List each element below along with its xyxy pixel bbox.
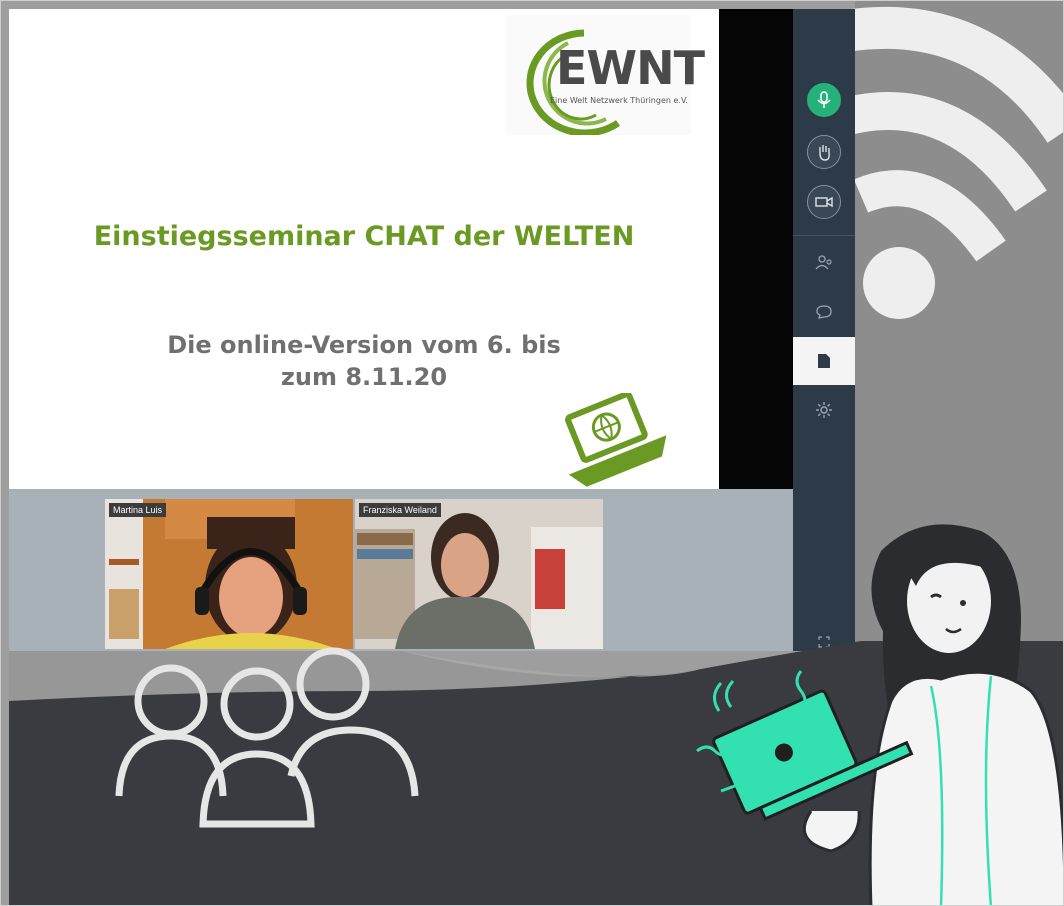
logo-subtitle: Eine Welt Netzwerk Thüringen e.V. [550,96,688,105]
chat-icon [816,305,832,319]
video-tile-martina[interactable]: Martina Luis [105,499,353,649]
ewnt-logo: EWNT Eine Welt Netzwerk Thüringen e.V. [506,15,705,135]
settings-icon [816,402,832,418]
camera-icon [815,196,833,208]
laptop-globe-icon [565,393,667,487]
logo-text: EWNT [556,41,705,95]
toolbar-divider [793,235,855,236]
participant-name-label: Franziska Weiland [359,503,441,517]
microphone-icon [817,91,831,108]
participants-icon [815,255,832,270]
settings-button[interactable] [809,397,839,423]
participant-video [105,499,353,649]
camera-button[interactable] [807,185,841,219]
slide-subtitle: Die online-Version vom 6. bis zum 8.11.2… [9,329,719,393]
slide-subtitle-line1: Die online-Version vom 6. bis [167,331,561,359]
microphone-button[interactable] [807,83,841,117]
raise-hand-button[interactable] [807,135,841,169]
slide-title: Einstiegsseminar CHAT der WELTEN [93,221,635,252]
video-tile-franziska[interactable]: Franziska Weiland [355,499,603,649]
participants-button[interactable] [809,249,839,275]
slide-subtitle-line2: zum 8.11.20 [280,363,448,391]
woman-with-laptop-illustration [696,524,1063,905]
participant-name-label: Martina Luis [109,503,167,517]
chat-button[interactable] [809,299,839,325]
slide-letterbox [719,9,793,489]
document-icon [818,354,830,368]
screenshot-frame: EWNT Eine Welt Netzwerk Thüringen e.V. E… [0,0,1064,906]
documents-button[interactable] [793,337,855,385]
participant-video [355,499,603,649]
raise-hand-icon [819,145,830,161]
people-group-icon [115,647,419,828]
presentation-slide: EWNT Eine Welt Netzwerk Thüringen e.V. E… [9,9,719,489]
